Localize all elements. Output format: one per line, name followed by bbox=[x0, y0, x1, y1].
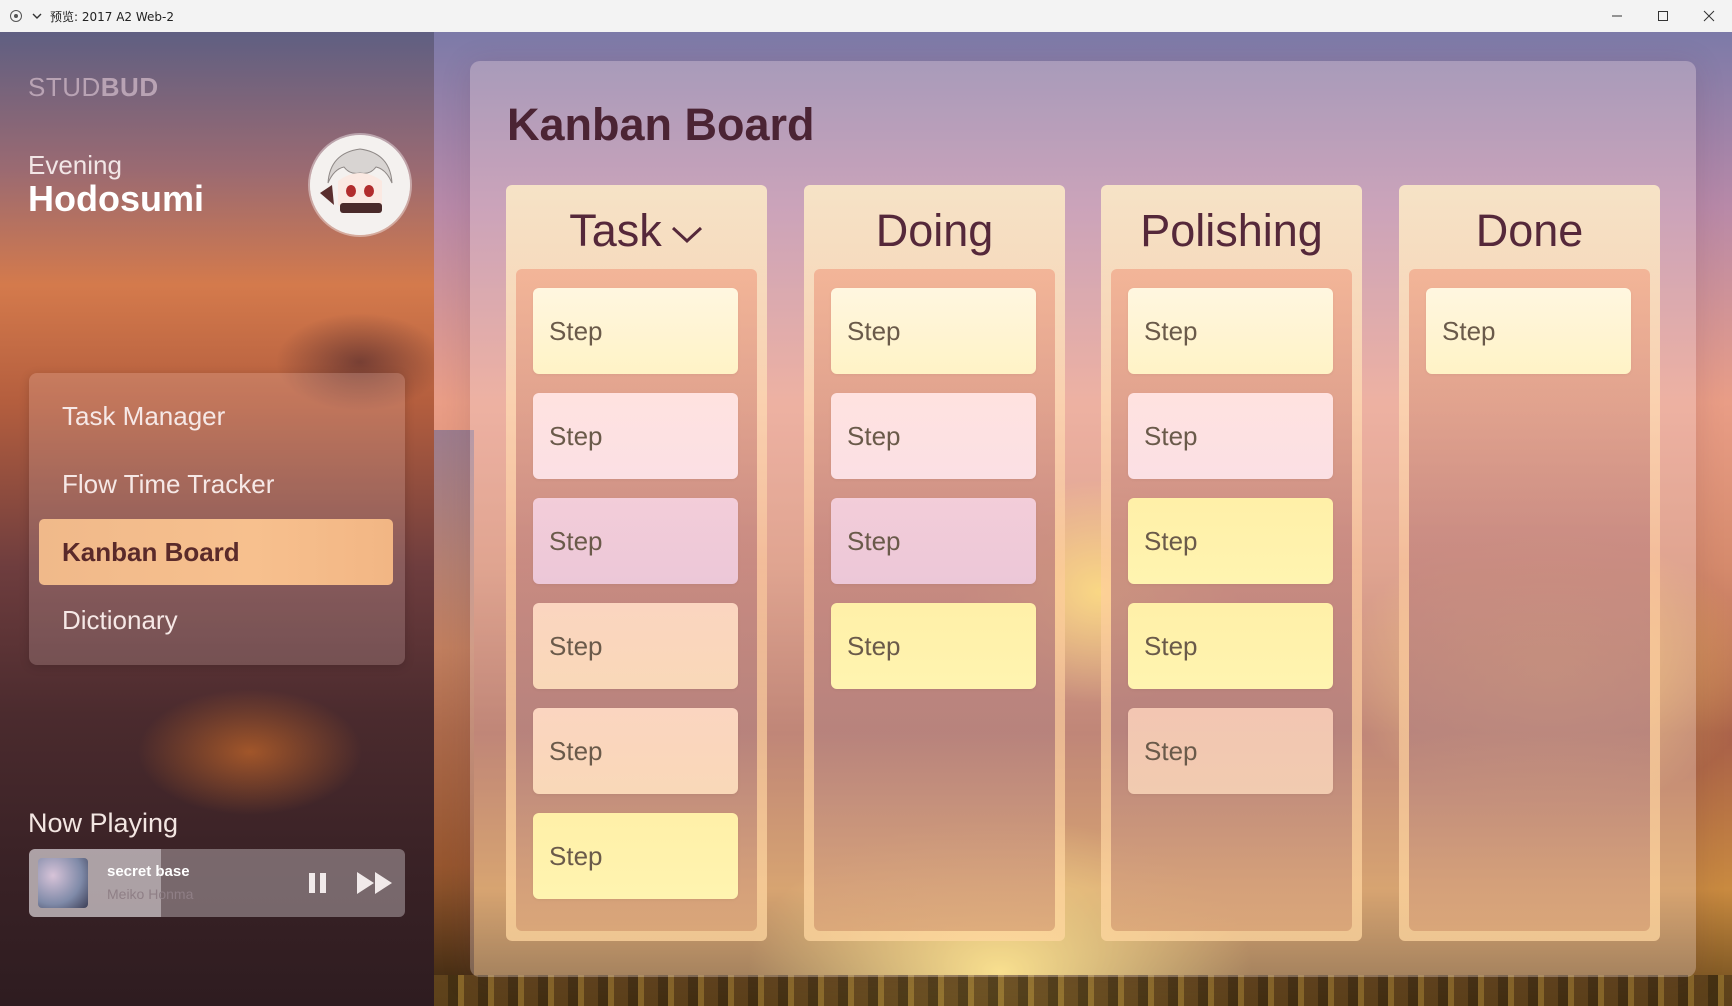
minimize-button[interactable] bbox=[1594, 0, 1640, 32]
song-title: secret base bbox=[107, 863, 190, 880]
minimize-icon bbox=[1612, 15, 1622, 17]
column-header[interactable]: Task bbox=[506, 205, 767, 257]
window-app-menu[interactable]: 预览: 2017 A2 Web-2 bbox=[10, 8, 174, 25]
kanban-card[interactable]: Step bbox=[1128, 603, 1333, 689]
kanban-column-done: Done Step bbox=[1399, 185, 1660, 941]
background-city bbox=[434, 430, 474, 975]
kanban-card[interactable]: Step bbox=[533, 393, 738, 479]
window-title: 预览: 2017 A2 Web-2 bbox=[50, 9, 174, 24]
close-icon bbox=[1703, 10, 1715, 22]
column-cards: Step bbox=[1409, 269, 1650, 931]
kanban-card[interactable]: Step bbox=[1128, 708, 1333, 794]
kanban-card[interactable]: Step bbox=[831, 288, 1036, 374]
kanban-column-task: Task Step Step Step Step Step Step bbox=[506, 185, 767, 941]
logo-part-stud: STUD bbox=[28, 72, 101, 102]
kanban-card[interactable]: Step bbox=[533, 813, 738, 899]
kanban-card[interactable]: Step bbox=[1426, 288, 1631, 374]
pause-icon[interactable] bbox=[307, 871, 329, 895]
now-playing-label: Now Playing bbox=[28, 808, 179, 838]
maximize-button[interactable] bbox=[1640, 0, 1686, 32]
window-titlebar: 预览: 2017 A2 Web-2 bbox=[0, 0, 1732, 33]
kanban-card[interactable]: Step bbox=[1128, 498, 1333, 584]
avatar-image bbox=[310, 135, 410, 235]
background-trees bbox=[434, 975, 1732, 1006]
logo-part-bud: BUD bbox=[100, 72, 159, 102]
avatar[interactable] bbox=[310, 135, 410, 235]
user-name: Hodosumi bbox=[28, 178, 204, 219]
kanban-card[interactable]: Step bbox=[1128, 288, 1333, 374]
column-header: Polishing bbox=[1101, 205, 1362, 257]
fast-forward-icon[interactable] bbox=[355, 869, 395, 897]
column-title: Doing bbox=[875, 205, 994, 256]
sidebar-item-task-manager[interactable]: Task Manager bbox=[39, 383, 393, 449]
album-art bbox=[38, 858, 88, 908]
sidebar-item-flow-time-tracker[interactable]: Flow Time Tracker bbox=[39, 451, 393, 517]
maximize-icon bbox=[1658, 11, 1668, 21]
column-cards: Step Step Step Step Step bbox=[1111, 269, 1352, 931]
music-player: secret base Meiko Honma bbox=[29, 849, 405, 917]
column-header: Done bbox=[1399, 205, 1660, 257]
column-title: Polishing bbox=[1140, 205, 1323, 256]
kanban-card[interactable]: Step bbox=[533, 708, 738, 794]
column-title: Task bbox=[569, 205, 662, 256]
kanban-card[interactable]: Step bbox=[533, 288, 738, 374]
app-icon bbox=[10, 10, 22, 22]
kanban-card[interactable]: Step bbox=[831, 498, 1036, 584]
close-button[interactable] bbox=[1686, 0, 1732, 32]
kanban-card[interactable]: Step bbox=[831, 603, 1036, 689]
greeting-salutation: Evening bbox=[28, 150, 122, 180]
kanban-card[interactable]: Step bbox=[533, 498, 738, 584]
kanban-card[interactable]: Step bbox=[831, 393, 1036, 479]
sidebar-nav: Task Manager Flow Time Tracker Kanban Bo… bbox=[29, 373, 405, 665]
chevron-down-icon[interactable] bbox=[670, 222, 704, 246]
sidebar-item-dictionary[interactable]: Dictionary bbox=[39, 587, 393, 653]
column-header: Doing bbox=[804, 205, 1065, 257]
chevron-down-icon[interactable] bbox=[30, 9, 44, 23]
app-logo: STUDBUD bbox=[28, 72, 159, 103]
sidebar-item-kanban-board[interactable]: Kanban Board bbox=[39, 519, 393, 585]
column-cards: Step Step Step Step bbox=[814, 269, 1055, 931]
kanban-column-doing: Doing Step Step Step Step bbox=[804, 185, 1065, 941]
page-title: Kanban Board bbox=[507, 99, 815, 150]
song-artist: Meiko Honma bbox=[107, 886, 194, 902]
kanban-column-polishing: Polishing Step Step Step Step Step bbox=[1101, 185, 1362, 941]
column-cards: Step Step Step Step Step Step bbox=[516, 269, 757, 931]
kanban-card[interactable]: Step bbox=[1128, 393, 1333, 479]
column-title: Done bbox=[1475, 205, 1584, 256]
kanban-card[interactable]: Step bbox=[533, 603, 738, 689]
